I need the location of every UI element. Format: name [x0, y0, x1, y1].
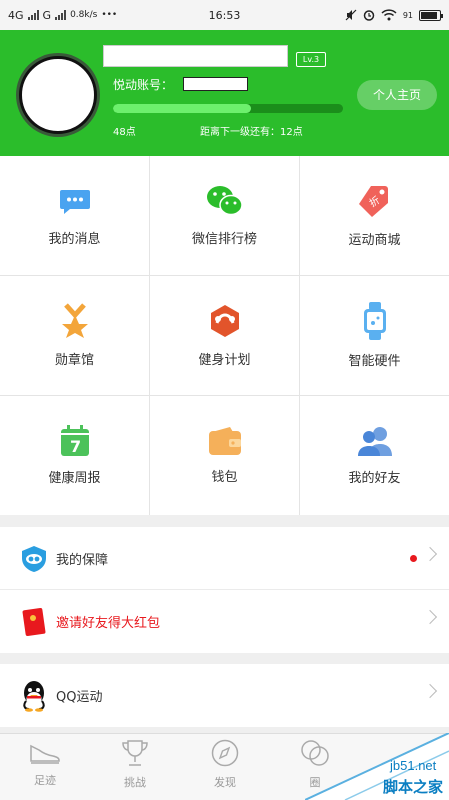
- grid-item-smart-hardware[interactable]: 智能硬件: [300, 276, 449, 395]
- list-item-label: 邀请好友得大红包: [56, 616, 161, 631]
- calendar-number: 7: [70, 437, 81, 456]
- grid-item-label: 健身计划: [198, 353, 251, 368]
- grid-item-label: 健康周报: [48, 471, 101, 486]
- grid-item-label: 勋章馆: [54, 353, 94, 368]
- grid-item-label: 我的消息: [48, 232, 101, 247]
- grid-item-label: 钱包: [211, 470, 238, 485]
- grid-item-health-weekly[interactable]: 7 健康周报: [0, 396, 149, 515]
- screen: 4G G 0.8k/s ••• 16:53 91 Lv.3 悦动账号： 48点 …: [0, 0, 449, 800]
- grid-item-wechat-ranking[interactable]: 微信排行榜: [150, 156, 299, 275]
- tab-discover[interactable]: 发现: [180, 738, 270, 790]
- avatar[interactable]: [19, 56, 97, 134]
- profile-header: Lv.3 悦动账号： 48点 距离下一级还有：12点 个人主页: [0, 30, 449, 156]
- chevron-right-icon: [422, 683, 438, 699]
- clock: 16:53: [208, 8, 241, 22]
- chevron-right-icon: [422, 609, 438, 625]
- account-label: 悦动账号：: [113, 78, 174, 92]
- calendar-icon: 7: [60, 425, 89, 456]
- shield-icon: [20, 545, 48, 573]
- level-progress-fill: [113, 104, 251, 113]
- watermark-name: 脚本之家: [383, 778, 444, 796]
- list-section-2: QQ运动: [0, 664, 449, 727]
- grid-item-sports-mall[interactable]: 折 运动商城: [300, 156, 449, 275]
- grid-item-wallet[interactable]: 钱包: [150, 396, 299, 515]
- wallet-icon: [208, 427, 241, 455]
- shoe-icon: [30, 744, 60, 764]
- smart-watch-icon: [363, 302, 386, 340]
- feature-grid: 我的消息 微信排行榜 折 运动商城 勋章馆 健身计划 智能硬件 7 健康周报 钱…: [0, 156, 449, 515]
- fitness-plan-icon: [210, 305, 239, 337]
- level-badge: Lv.3: [296, 52, 326, 67]
- grid-item-label: 我的好友: [348, 471, 401, 486]
- qq-sports-row[interactable]: QQ运动: [0, 664, 449, 727]
- list-section-1: 我的保障 邀请好友得大红包: [0, 527, 449, 653]
- grid-item-fitness-plan[interactable]: 健身计划: [150, 276, 299, 395]
- qq-icon: [20, 680, 48, 712]
- friends-icon: [357, 427, 392, 456]
- account-id-redacted: [183, 77, 248, 91]
- tab-footprint[interactable]: 足迹: [0, 738, 90, 788]
- shop-tag-icon: 折: [358, 186, 388, 217]
- chevron-right-icon: [422, 546, 438, 562]
- points-label: 48点: [113, 127, 136, 138]
- red-envelope-icon: [20, 607, 48, 636]
- grid-item-label: 智能硬件: [348, 354, 401, 369]
- tab-label: 挑战: [124, 776, 146, 789]
- wechat-icon: [206, 186, 243, 216]
- message-icon: [59, 190, 90, 214]
- my-insurance-row[interactable]: 我的保障: [0, 527, 449, 590]
- list-item-label: QQ运动: [56, 690, 103, 705]
- tab-label: 发现: [214, 776, 236, 789]
- grid-item-label: 微信排行榜: [191, 232, 257, 247]
- level-progress-bar: [113, 104, 343, 113]
- next-level-label: 距离下一级还有：12点: [200, 127, 303, 138]
- trophy-icon: [122, 740, 148, 766]
- watermark-site: jb51.net: [390, 758, 437, 773]
- tab-challenge[interactable]: 挑战: [90, 738, 180, 790]
- grid-item-messages[interactable]: 我的消息: [0, 156, 149, 275]
- list-item-label: 我的保障: [56, 553, 109, 568]
- homepage-button[interactable]: 个人主页: [357, 80, 437, 110]
- tab-label: 足迹: [34, 774, 56, 787]
- grid-item-medals[interactable]: 勋章馆: [0, 276, 149, 395]
- compass-icon: [211, 739, 239, 767]
- status-bar: 4G G 0.8k/s ••• 16:53 91: [0, 0, 449, 30]
- notification-dot: [410, 555, 417, 562]
- grid-item-label: 运动商城: [348, 233, 401, 248]
- battery-icon: [419, 9, 443, 21]
- invite-friends-row[interactable]: 邀请好友得大红包: [0, 590, 449, 653]
- grid-item-friends[interactable]: 我的好友: [300, 396, 449, 515]
- username-redacted: [103, 45, 288, 67]
- medal-icon: [61, 303, 88, 338]
